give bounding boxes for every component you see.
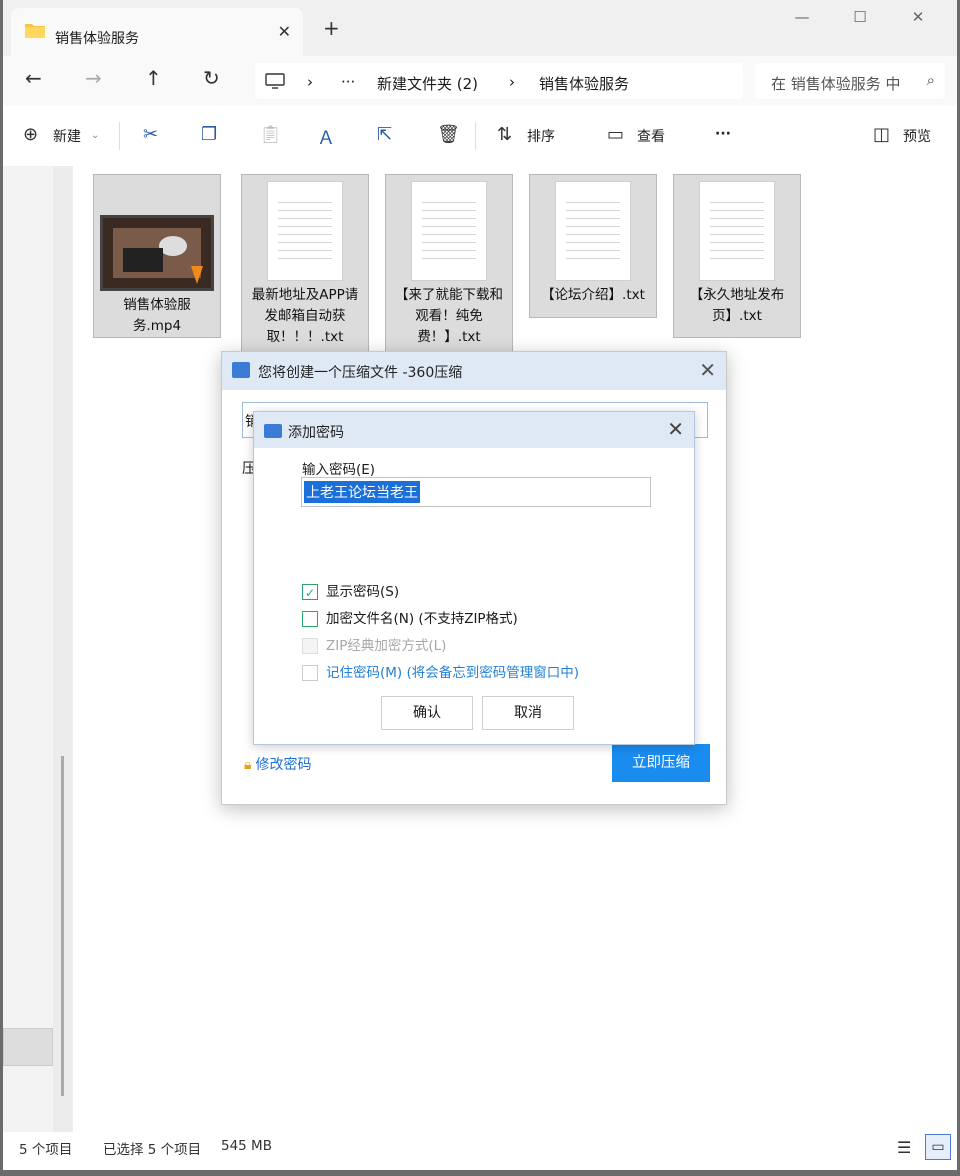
rename-icon[interactable]: Ａ xyxy=(317,124,335,150)
archive-icon xyxy=(264,424,282,438)
file-item-text[interactable]: 【来了就能下载和观看！纯免费！】.txt xyxy=(385,174,513,352)
sort-icon: ⇅ xyxy=(497,124,513,145)
address-bar[interactable]: › ··· 新建文件夹 (2) › 销售体验服务 xyxy=(255,63,743,99)
back-button[interactable]: ← xyxy=(25,66,42,90)
text-document-icon xyxy=(411,181,487,281)
close-icon[interactable]: ✕ xyxy=(667,417,684,441)
status-bar: 5 个项目 已选择 5 个项目 545 MB ☰ ▭ xyxy=(3,1132,957,1170)
text-document-icon xyxy=(267,181,343,281)
file-name: 销售体验服务.mp4 xyxy=(123,297,191,334)
text-document-icon xyxy=(555,181,631,281)
delete-icon[interactable]: 🗑︎ xyxy=(437,124,460,145)
tab-close-icon[interactable]: ✕ xyxy=(278,22,291,41)
tab-current[interactable]: 销售体验服务 ✕ xyxy=(11,8,303,56)
nav-selected-item[interactable] xyxy=(3,1028,53,1066)
title-bar: 销售体验服务 ✕ + — ☐ ✕ xyxy=(3,0,957,56)
archive-icon xyxy=(232,362,250,378)
search-icon: ⌕ xyxy=(926,71,935,89)
breadcrumb-item-folder[interactable]: 新建文件夹 (2) xyxy=(377,73,478,94)
file-name: 最新地址及APP请发邮箱自动获取！！！.txt xyxy=(251,287,359,345)
video-thumbnail xyxy=(100,215,214,291)
folder-icon xyxy=(25,24,45,38)
refresh-button[interactable]: ↻ xyxy=(203,66,220,90)
password-dialog-header: 添加密码 ✕ xyxy=(254,412,694,448)
close-icon[interactable]: ✕ xyxy=(699,358,716,382)
remember-password-label: 记住密码(M) (将会备忘到密码管理窗口中) xyxy=(326,665,580,681)
password-input-label: 输入密码(E) xyxy=(302,462,376,478)
text-document-icon xyxy=(699,181,775,281)
file-item-text[interactable]: 最新地址及APP请发邮箱自动获取！！！.txt xyxy=(241,174,369,352)
password-dialog-title: 添加密码 xyxy=(288,425,344,441)
cancel-button[interactable]: 取消 xyxy=(482,696,574,730)
nav-scrollbar[interactable] xyxy=(61,756,64,1096)
sort-button[interactable]: 排序 xyxy=(527,126,555,146)
file-name: 【来了就能下载和观看！纯免费！】.txt xyxy=(395,287,503,345)
checkbox-box xyxy=(302,638,318,654)
item-count: 5 个项目 xyxy=(19,1142,73,1158)
encrypt-filenames-checkbox[interactable]: 加密文件名(N) (不支持ZIP格式) xyxy=(302,607,518,627)
new-tab-button[interactable]: + xyxy=(323,16,340,40)
share-icon[interactable]: ⇱ xyxy=(377,124,392,145)
selected-size: 545 MB xyxy=(221,1138,272,1154)
search-box[interactable]: 在 销售体验服务 中搜索 ⌕ xyxy=(755,63,945,99)
show-password-label: 显示密码(S) xyxy=(326,584,400,600)
maximize-button[interactable]: ☐ xyxy=(831,8,889,26)
details-view-icon[interactable]: ☰ xyxy=(897,1138,911,1157)
file-name: 【论坛介绍】.txt xyxy=(541,287,645,303)
breadcrumb-more[interactable]: ··· xyxy=(341,73,355,91)
change-password-link[interactable]: 🔒︎ 修改密码 xyxy=(244,754,311,774)
file-name: 【永久地址发布页】.txt xyxy=(689,287,785,324)
navigation-bar: ← → ↑ ↻ › ··· 新建文件夹 (2) › 销售体验服务 在 销售体验服… xyxy=(3,56,957,106)
checkbox-box xyxy=(302,611,318,627)
up-button[interactable]: ↑ xyxy=(145,66,162,90)
lock-icon: 🔒︎ xyxy=(244,757,252,773)
navigation-pane xyxy=(3,166,73,1132)
change-password-label: 修改密码 xyxy=(255,757,312,773)
compress-dialog-header: 您将创建一个压缩文件 -360压缩 ✕ xyxy=(222,352,726,390)
password-input[interactable]: 上老王论坛当老王 xyxy=(301,477,651,507)
copy-icon[interactable]: ❐ xyxy=(201,124,217,145)
forward-button[interactable]: → xyxy=(85,66,102,90)
minimize-button[interactable]: — xyxy=(773,8,831,26)
preview-button[interactable]: 预览 xyxy=(903,126,931,146)
tab-title: 销售体验服务 xyxy=(55,31,139,47)
separator xyxy=(119,122,120,150)
add-password-dialog: 添加密码 ✕ 输入密码(E) 上老王论坛当老王 ✓ 显示密码(S) 加密文件名(N… xyxy=(253,411,695,745)
search-input[interactable]: 在 销售体验服务 中搜索 xyxy=(771,73,901,94)
plus-circle-icon: ⊕ xyxy=(23,124,39,145)
close-window-button[interactable]: ✕ xyxy=(889,8,947,26)
encrypt-filenames-label: 加密文件名(N) (不支持ZIP格式) xyxy=(326,611,518,627)
view-icon: ▭ xyxy=(607,124,625,145)
chevron-right-icon: › xyxy=(509,73,515,91)
chevron-down-icon: ⌄ xyxy=(91,130,100,141)
new-button[interactable]: 新建 xyxy=(53,126,81,146)
file-item-text[interactable]: 【永久地址发布页】.txt xyxy=(673,174,801,338)
file-item-text[interactable]: 【论坛介绍】.txt xyxy=(529,174,657,318)
remember-password-checkbox[interactable]: 记住密码(M) (将会备忘到密码管理窗口中) xyxy=(302,661,579,681)
more-options-button[interactable]: ··· xyxy=(715,126,731,142)
preview-pane-icon: ◫ xyxy=(873,124,891,145)
checkmark-icon: ✓ xyxy=(302,584,318,600)
cut-icon[interactable]: ✂ xyxy=(143,124,158,145)
view-button[interactable]: 查看 xyxy=(637,126,665,146)
show-password-checkbox[interactable]: ✓ 显示密码(S) xyxy=(302,580,399,600)
compress-dialog-title: 您将创建一个压缩文件 -360压缩 xyxy=(258,365,463,381)
computer-icon xyxy=(265,73,285,89)
separator xyxy=(475,122,476,150)
paste-icon[interactable]: 📋︎ xyxy=(259,124,282,145)
checkbox-box xyxy=(302,665,318,681)
zip-classic-checkbox[interactable]: ZIP经典加密方式(L) xyxy=(302,634,446,654)
password-value: 上老王论坛当老王 xyxy=(304,481,420,503)
selected-count: 已选择 5 个项目 xyxy=(103,1142,202,1158)
chevron-right-icon: › xyxy=(307,73,313,91)
zip-classic-label: ZIP经典加密方式(L) xyxy=(326,638,447,654)
large-icons-view-icon[interactable]: ▭ xyxy=(925,1134,951,1160)
breadcrumb-item-current[interactable]: 销售体验服务 xyxy=(539,73,629,94)
command-bar: ⊕ 新建 ⌄ ✂ ❐ 📋︎ Ａ ⇱ 🗑︎ ⇅ 排序 ▭ 查看 ··· ◫ 预览 xyxy=(3,106,957,167)
file-item-video[interactable]: 销售体验服务.mp4 xyxy=(93,174,221,338)
start-compress-button[interactable]: 立即压缩 xyxy=(612,744,710,782)
ok-button[interactable]: 确认 xyxy=(381,696,473,730)
